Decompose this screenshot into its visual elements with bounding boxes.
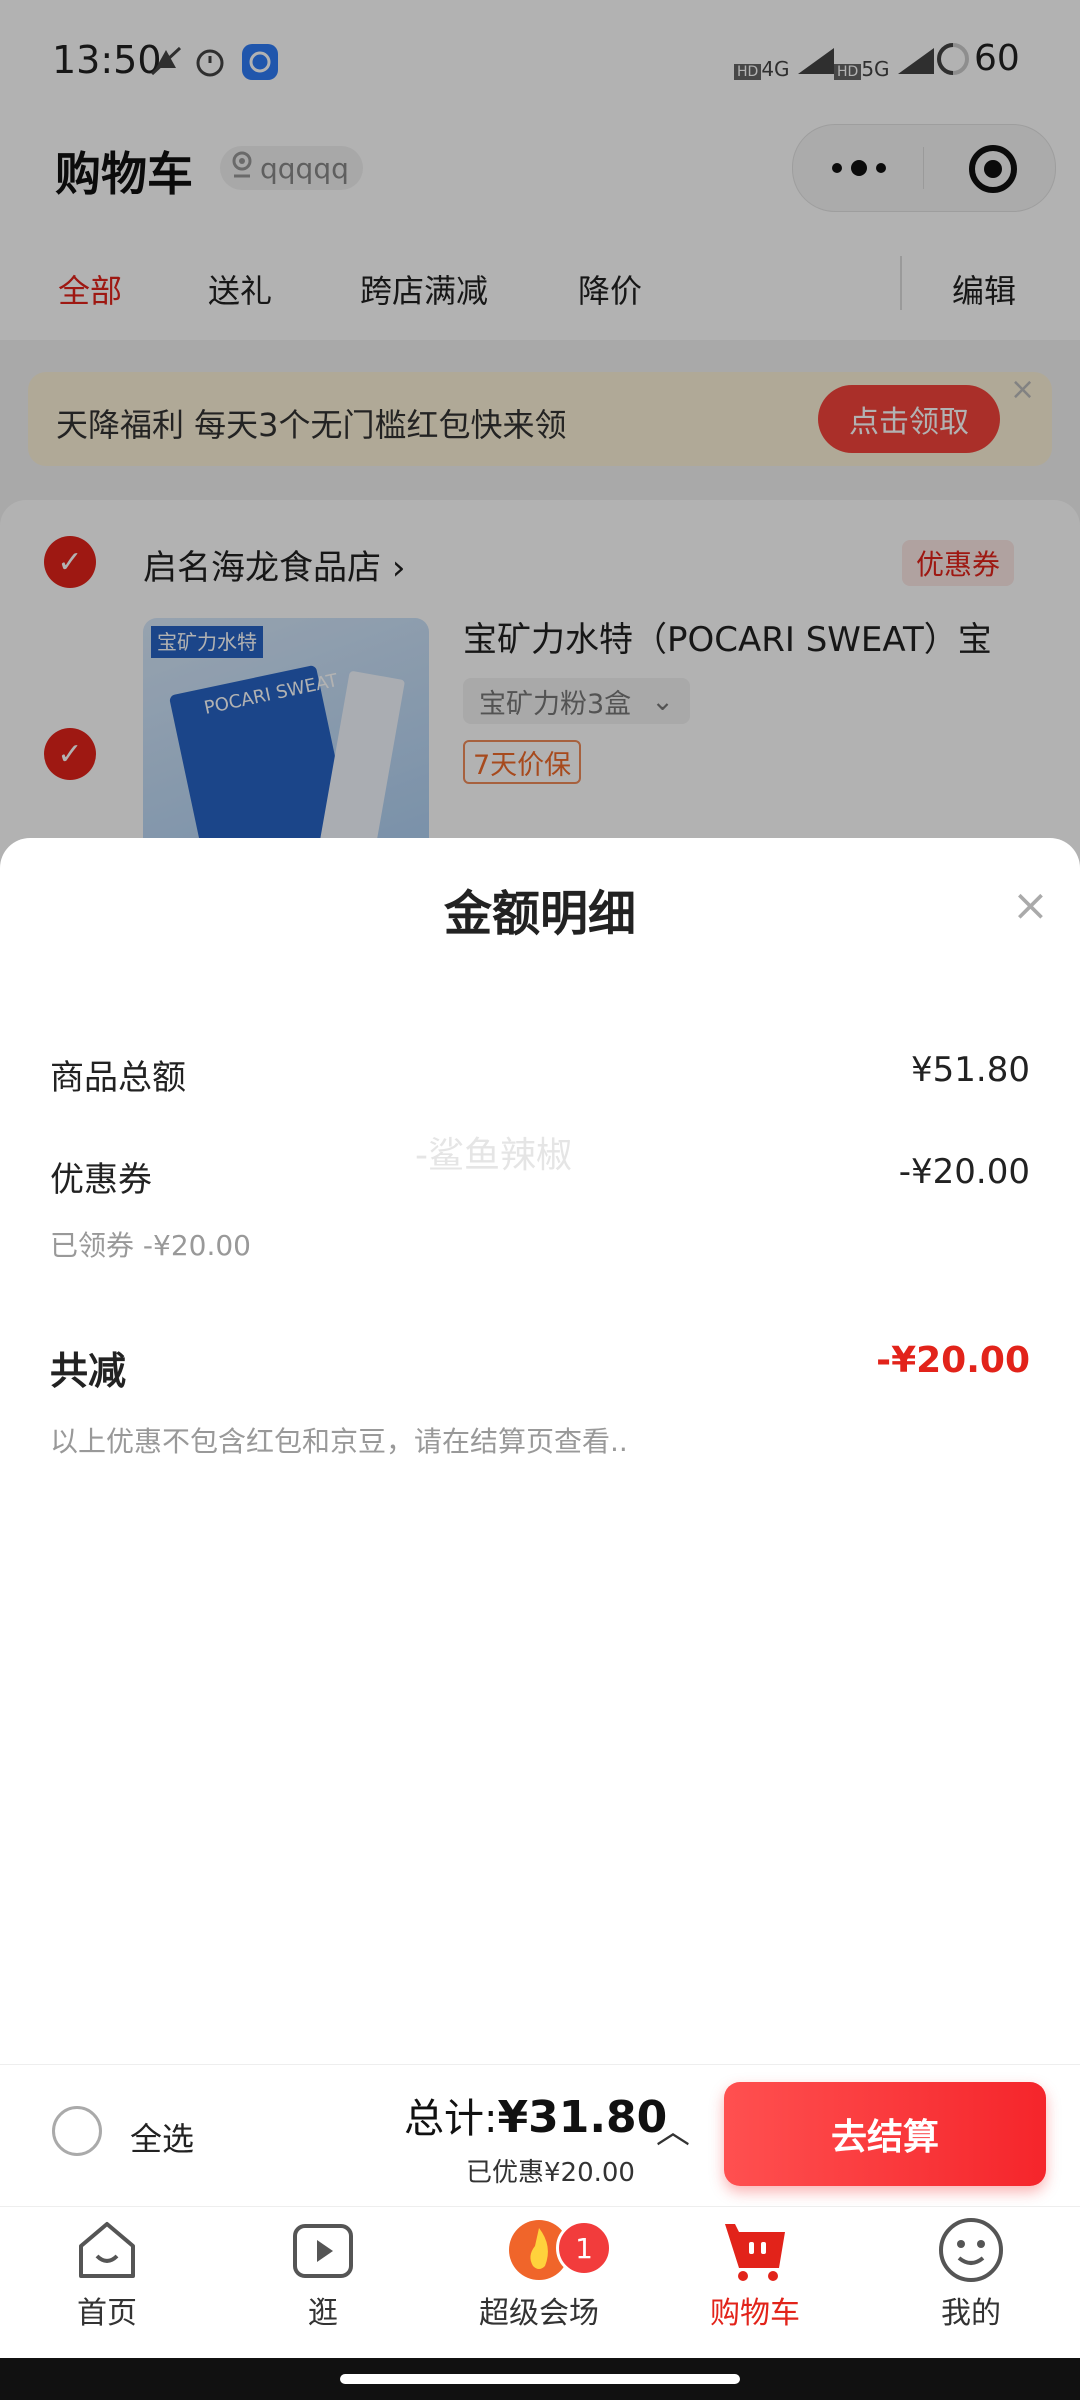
subtotal-value: ¥51.80 xyxy=(911,1050,1030,1090)
select-all-label[interactable]: 全选 xyxy=(130,2114,194,2160)
home-icon xyxy=(73,2216,141,2284)
nav-profile-label: 我的 xyxy=(941,2296,1001,2331)
saved-amount: 已优惠¥20.00 xyxy=(466,2158,635,2188)
discount-note: 以上优惠不包含红包和京豆，请在结算页查看.. xyxy=(50,1425,628,1458)
sheet-title: 金额明细 xyxy=(443,886,636,942)
nav-browse[interactable]: 逛 xyxy=(238,2216,408,2332)
nav-profile[interactable]: 我的 xyxy=(886,2216,1056,2332)
total-amount: 总计:¥31.80 xyxy=(404,2086,667,2144)
checkout-button[interactable]: 去结算 xyxy=(724,2082,1046,2186)
chevron-up-icon[interactable]: ︿ xyxy=(656,2104,690,2153)
total-discount-label: 共减 xyxy=(50,1349,127,1393)
select-all-radio[interactable] xyxy=(52,2106,102,2156)
nav-home-label: 首页 xyxy=(77,2296,137,2331)
watermark: -鲨鱼辣椒 xyxy=(415,1135,572,1176)
video-icon xyxy=(289,2216,357,2284)
home-indicator[interactable] xyxy=(340,2374,740,2384)
coupon-claimed: 已领券 -¥20.00 xyxy=(50,1229,251,1262)
nav-cart[interactable]: 购物车 xyxy=(670,2216,840,2332)
total-discount-value: -¥20.00 xyxy=(876,1340,1030,1381)
subtotal-label: 商品总额 xyxy=(50,1058,186,1098)
total-prefix: 总计: xyxy=(404,2096,498,2142)
cart-icon xyxy=(721,2216,789,2284)
nav-home[interactable]: 首页 xyxy=(22,2216,192,2332)
coupon-label: 优惠券 xyxy=(50,1160,152,1200)
total-value: ¥31.80 xyxy=(497,2092,668,2143)
nav-super-venue-label: 超级会场 xyxy=(479,2296,599,2331)
notification-badge: 1 xyxy=(556,2220,612,2276)
nav-browse-label: 逛 xyxy=(308,2296,338,2331)
sheet-close-icon[interactable]: × xyxy=(1012,880,1049,931)
profile-icon xyxy=(937,2216,1005,2284)
coupon-value: -¥20.00 xyxy=(898,1152,1030,1192)
nav-cart-label: 购物车 xyxy=(710,2296,800,2331)
